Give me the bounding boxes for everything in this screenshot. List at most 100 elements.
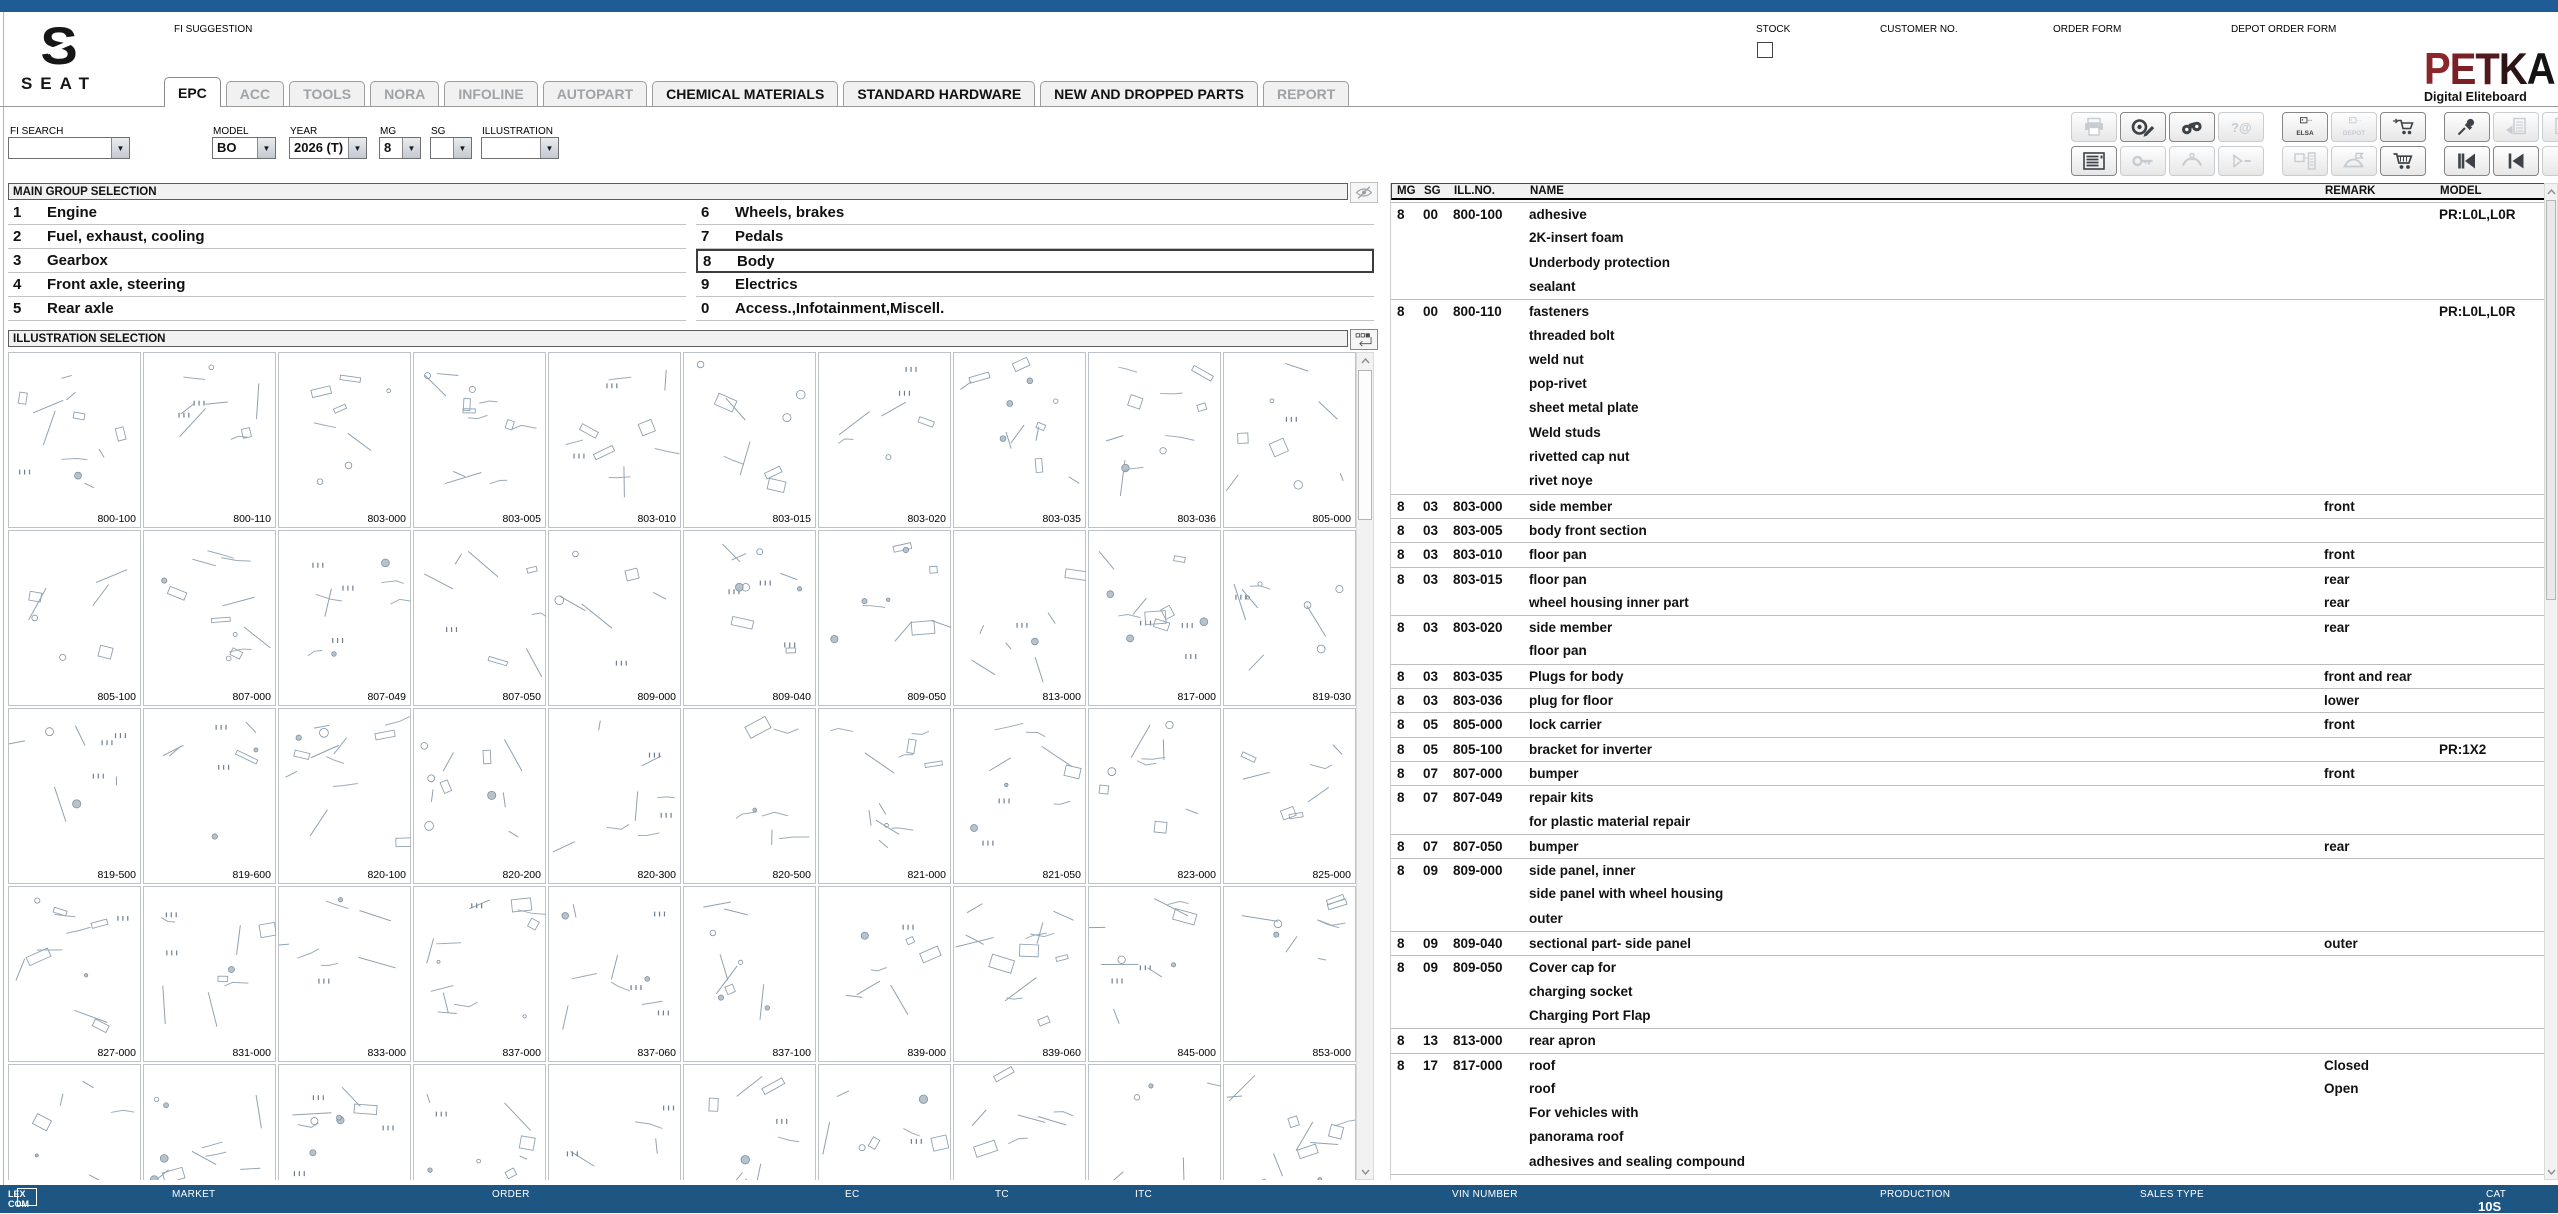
- table-row[interactable]: 2K-insert foam: [1391, 226, 2545, 250]
- illustration-cell-821-050[interactable]: 821-050: [953, 708, 1086, 884]
- illustration-cell-800-100[interactable]: 800-100: [8, 352, 141, 528]
- scrollbar-thumb[interactable]: [2546, 200, 2556, 600]
- illustration-cell-833-000[interactable]: 833-000: [278, 886, 411, 1062]
- table-row[interactable]: threaded bolt: [1391, 324, 2545, 348]
- illustration-cell-809-000[interactable]: 809-000: [548, 530, 681, 706]
- table-row[interactable]: 807807-049repair kits: [1391, 785, 2545, 810]
- table-row[interactable]: 800800-110fastenersPR:L0L,L0R: [1391, 299, 2545, 324]
- table-row[interactable]: for plastic material repair: [1391, 810, 2545, 834]
- table-row[interactable]: outer: [1391, 907, 2545, 931]
- table-row[interactable]: panorama roof: [1391, 1125, 2545, 1149]
- table-row[interactable]: weld nut: [1391, 348, 2545, 372]
- illustration-cell-803-036[interactable]: 803-036: [1088, 352, 1221, 528]
- illustration-cell-839-000[interactable]: 839-000: [818, 886, 951, 1062]
- parts-table-scrollbar[interactable]: [2544, 183, 2558, 1180]
- illustration-cell-803-015[interactable]: 803-015: [683, 352, 816, 528]
- illustration-cell[interactable]: [1088, 1064, 1221, 1180]
- illustration-cell[interactable]: [143, 1064, 276, 1180]
- elsa-button[interactable]: ELSA: [2282, 112, 2328, 142]
- table-row[interactable]: sealant: [1391, 275, 2545, 299]
- illustration-cell-820-300[interactable]: 820-300: [548, 708, 681, 884]
- table-row[interactable]: 803803-035Plugs for bodyfront and rear: [1391, 664, 2545, 689]
- illustration-cell-803-005[interactable]: 803-005: [413, 352, 546, 528]
- illustration-cell-823-000[interactable]: 823-000: [1088, 708, 1221, 884]
- illustration-cell-817-000[interactable]: 817-000: [1088, 530, 1221, 706]
- illustration-cell-807-000[interactable]: 807-000: [143, 530, 276, 706]
- illustration-cell-845-000[interactable]: 845-000: [1088, 886, 1221, 1062]
- table-row[interactable]: Underbody protection: [1391, 251, 2545, 275]
- fi-search-input[interactable]: ▼: [8, 137, 130, 159]
- scroll-up-icon[interactable]: [1357, 353, 1373, 368]
- illustration-cell-837-060[interactable]: 837-060: [548, 886, 681, 1062]
- illustration-cell-819-500[interactable]: 819-500: [8, 708, 141, 884]
- mg-select[interactable]: 8 ▼: [379, 137, 421, 159]
- illustration-scrollbar[interactable]: [1356, 352, 1374, 1180]
- table-row[interactable]: charging socket: [1391, 980, 2545, 1004]
- tab-standard-hardware[interactable]: STANDARD HARDWARE: [843, 81, 1035, 106]
- illustration-cell-819-030[interactable]: 819-030: [1223, 530, 1356, 706]
- illustration-cell[interactable]: [953, 1064, 1086, 1180]
- illustration-cell-820-100[interactable]: 820-100: [278, 708, 411, 884]
- tab-epc[interactable]: EPC: [164, 77, 221, 107]
- table-row[interactable]: Weld studs: [1391, 421, 2545, 445]
- main-group-item-gearbox[interactable]: 3Gearbox: [8, 249, 686, 273]
- list-button[interactable]: [2071, 146, 2117, 176]
- table-row[interactable]: side panel with wheel housing: [1391, 882, 2545, 906]
- table-row[interactable]: adhesives and sealing compound: [1391, 1150, 2545, 1174]
- illustration-cell-825-000[interactable]: 825-000: [1223, 708, 1356, 884]
- illustration-cell-839-060[interactable]: 839-060: [953, 886, 1086, 1062]
- table-row[interactable]: pop-rivet: [1391, 372, 2545, 396]
- table-row[interactable]: 800800-100adhesivePR:L0L,L0R: [1391, 202, 2545, 227]
- hide-main-group-button[interactable]: [1350, 182, 1378, 203]
- thumbnail-view-button[interactable]: [1350, 329, 1378, 350]
- table-row[interactable]: sheet metal plate: [1391, 396, 2545, 420]
- main-group-item-engine[interactable]: 1Engine: [8, 201, 686, 225]
- chevron-down-icon[interactable]: ▼: [348, 138, 366, 158]
- table-row[interactable]: 805805-000lock carrierfront: [1391, 712, 2545, 737]
- table-row[interactable]: 803803-005body front section: [1391, 518, 2545, 543]
- table-row[interactable]: rivet noye: [1391, 469, 2545, 493]
- illustration-cell-819-600[interactable]: 819-600: [143, 708, 276, 884]
- illustration-cell-807-049[interactable]: 807-049: [278, 530, 411, 706]
- main-group-item-access-infotainment-miscell-[interactable]: 0Access.,Infotainment,Miscell.: [696, 297, 1374, 321]
- table-row[interactable]: 817817-000roofClosed: [1391, 1053, 2545, 1078]
- chevron-down-icon[interactable]: ▼: [257, 138, 275, 158]
- scrollbar-thumb[interactable]: [1358, 370, 1372, 520]
- chevron-down-icon[interactable]: ▼: [402, 138, 420, 158]
- table-row[interactable]: 813813-000rear apron: [1391, 1028, 2545, 1053]
- tire-search-button[interactable]: [2120, 112, 2166, 142]
- table-row[interactable]: 803803-020side memberrear: [1391, 615, 2545, 640]
- main-group-item-fuel-exhaust-cooling[interactable]: 2Fuel, exhaust, cooling: [8, 225, 686, 249]
- main-group-item-pedals[interactable]: 7Pedals: [696, 225, 1374, 249]
- chevron-down-icon[interactable]: ▼: [540, 138, 558, 158]
- illustration-cell[interactable]: [8, 1064, 141, 1180]
- tab-chemical-materials[interactable]: CHEMICAL MATERIALS: [652, 81, 838, 106]
- scroll-up-icon[interactable]: [2545, 184, 2557, 199]
- illustration-cell-831-000[interactable]: 831-000: [143, 886, 276, 1062]
- table-row[interactable]: 819819-030Air vent: [1391, 1174, 2545, 1180]
- table-row[interactable]: Charging Port Flap: [1391, 1004, 2545, 1028]
- main-group-item-body[interactable]: 8Body: [696, 249, 1374, 273]
- illustration-cell-853-000[interactable]: 853-000: [1223, 886, 1356, 1062]
- stock-checkbox[interactable]: [1757, 42, 1773, 58]
- table-row[interactable]: wheel housing inner partrear: [1391, 591, 2545, 615]
- illustration-cell-805-100[interactable]: 805-100: [8, 530, 141, 706]
- model-select[interactable]: BO ▼: [212, 137, 276, 159]
- illustration-cell-809-040[interactable]: 809-040: [683, 530, 816, 706]
- table-row[interactable]: 807807-000bumperfront: [1391, 761, 2545, 786]
- illustration-cell[interactable]: [548, 1064, 681, 1180]
- table-row[interactable]: 803803-015floor panrear: [1391, 567, 2545, 592]
- nav-first-button[interactable]: [2444, 146, 2490, 176]
- illustration-cell[interactable]: [413, 1064, 546, 1180]
- illustration-cell-813-000[interactable]: 813-000: [953, 530, 1086, 706]
- main-group-item-wheels-brakes[interactable]: 6Wheels, brakes: [696, 201, 1374, 225]
- table-row[interactable]: 803803-010floor panfront: [1391, 542, 2545, 567]
- table-row[interactable]: For vehicles with: [1391, 1101, 2545, 1125]
- binoculars-button[interactable]: [2169, 112, 2215, 142]
- table-row[interactable]: roofOpen: [1391, 1077, 2545, 1101]
- chevron-down-icon[interactable]: ▼: [111, 138, 129, 158]
- year-select[interactable]: 2026 (T) ▼: [289, 137, 367, 159]
- illustration-cell-803-010[interactable]: 803-010: [548, 352, 681, 528]
- table-row[interactable]: floor pan: [1391, 639, 2545, 663]
- main-group-item-front-axle-steering[interactable]: 4Front axle, steering: [8, 273, 686, 297]
